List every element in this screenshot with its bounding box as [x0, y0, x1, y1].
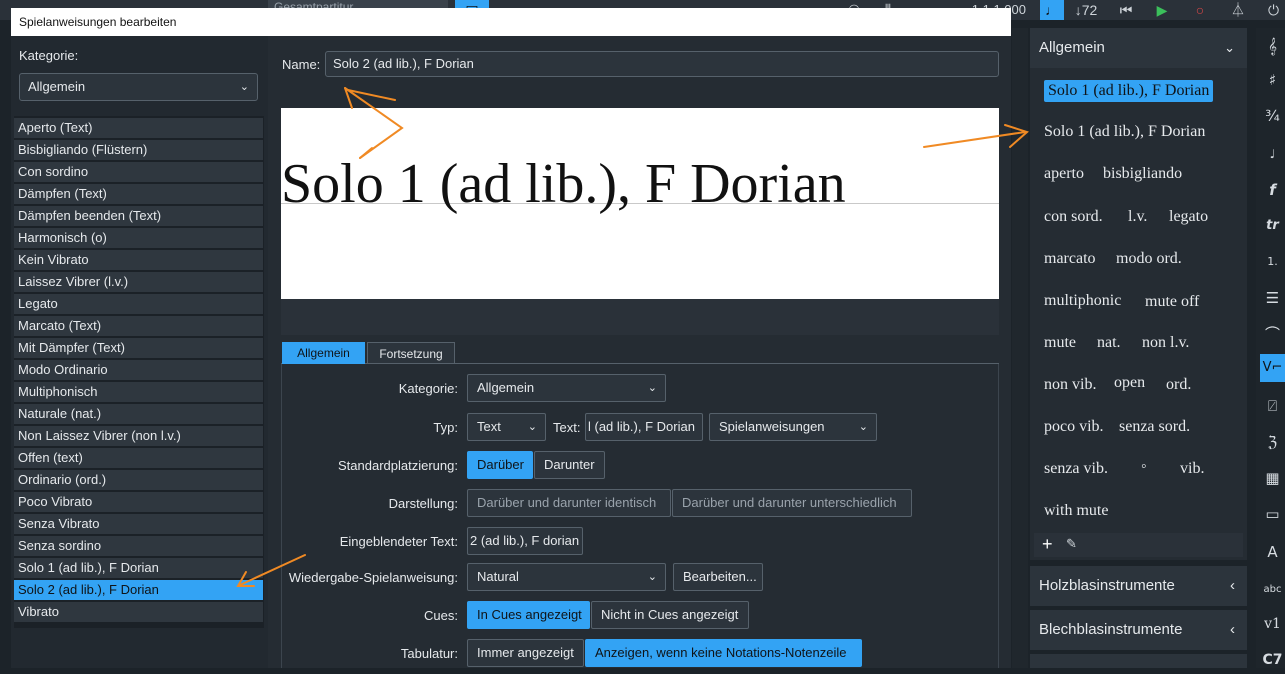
- arrow-stroke: [239, 554, 306, 586]
- annotation-overlay: [236, 87, 1029, 587]
- annotation-arrows: [236, 87, 1029, 587]
- arrow-stroke: [1004, 124, 1029, 148]
- arrow-stroke: [923, 131, 1026, 148]
- arrow-stroke: [344, 87, 404, 159]
- arrow-stroke: [359, 147, 373, 159]
